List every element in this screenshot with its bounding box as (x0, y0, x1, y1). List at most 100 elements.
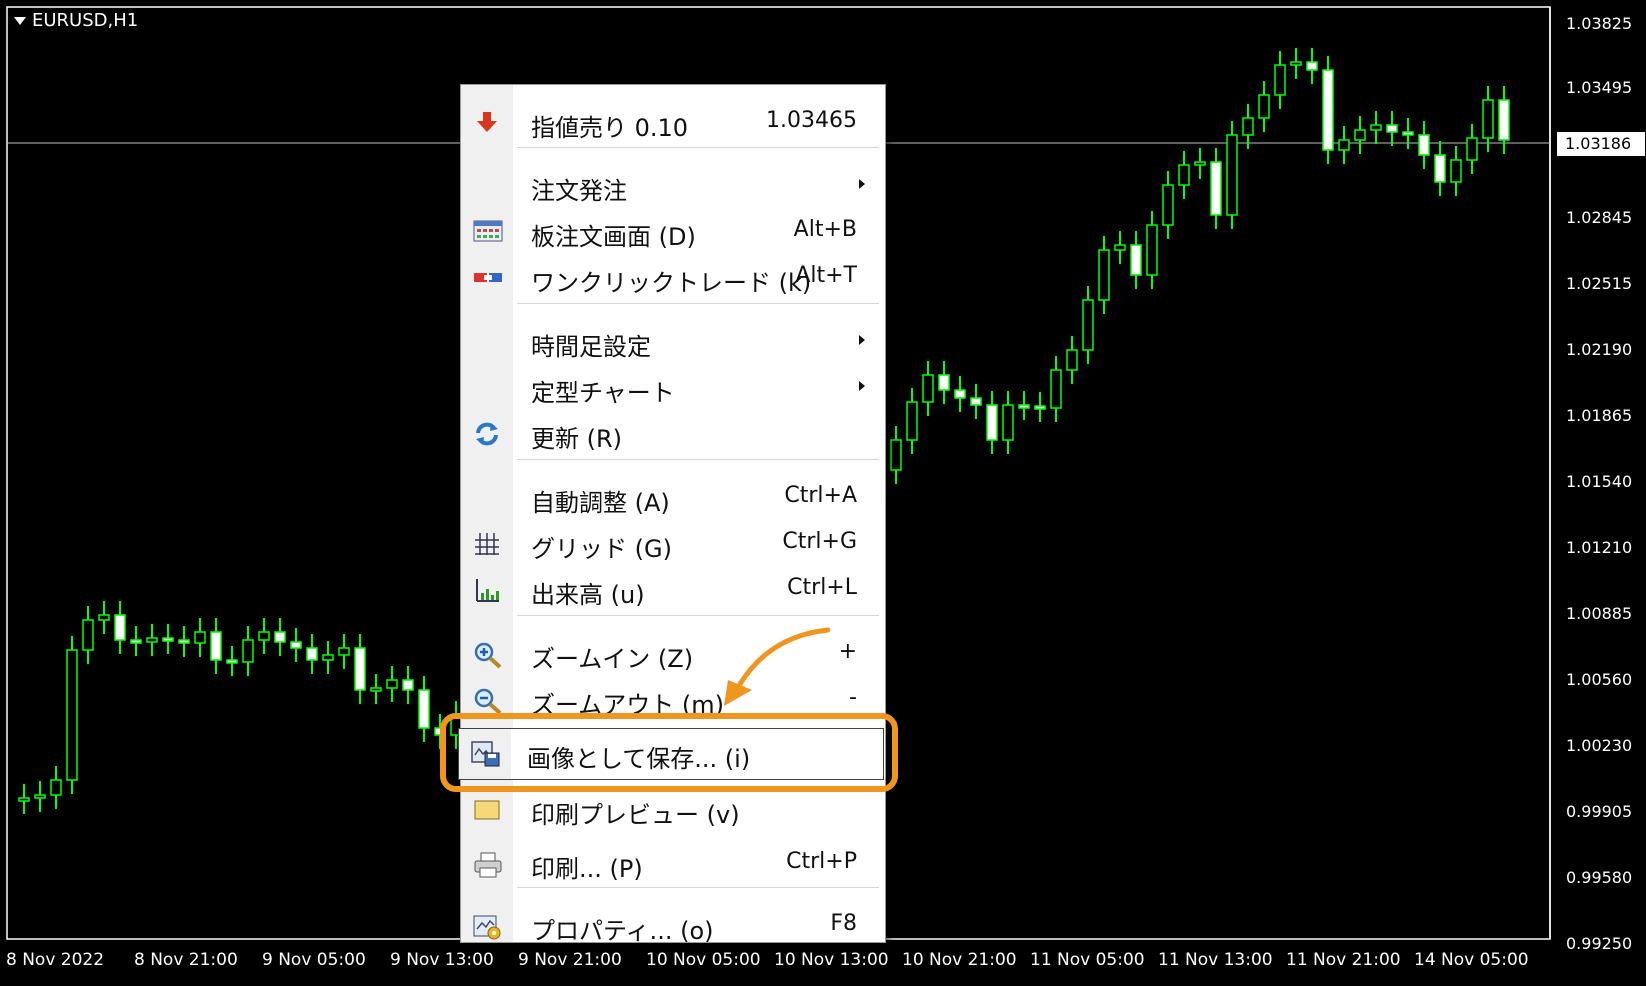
menu-item-label: グリッド (G) (531, 535, 672, 563)
printer-icon (473, 851, 502, 878)
candle-body (1162, 184, 1174, 226)
menu-item-shortcut: Alt+B (793, 217, 857, 242)
candle-body (1194, 161, 1206, 166)
menu-item-new-order[interactable]: 注文発注 (461, 163, 885, 207)
order-board-icon (473, 219, 503, 243)
price-tick-label: 1.01210 (1566, 538, 1633, 557)
candle-body (1418, 134, 1430, 156)
candle-body (1242, 117, 1254, 136)
menu-separator (517, 887, 879, 888)
menu-item-properties[interactable]: プロパティ... (o) F8 (461, 903, 885, 943)
menu-item-shortcut: Ctrl+P (786, 849, 857, 874)
candle-body (890, 439, 902, 471)
candle-body (178, 639, 190, 644)
zoom-in-icon (473, 641, 502, 669)
time-tick-label: 10 Nov 05:00 (646, 950, 761, 970)
time-tick-label: 10 Nov 21:00 (902, 950, 1017, 970)
menu-item-shortcut: Ctrl+G (782, 529, 857, 554)
candle-body (402, 679, 414, 691)
menu-item-template[interactable]: 定型チャート (461, 365, 885, 409)
candle-body (1482, 99, 1494, 139)
price-tick-label: 1.01865 (1566, 406, 1633, 425)
candle-body (18, 797, 30, 802)
candle-body (1450, 159, 1462, 183)
time-tick-label: 10 Nov 13:00 (774, 950, 889, 970)
candle-body (1050, 369, 1062, 409)
menu-item-grid[interactable]: グリッド (G) Ctrl+G (461, 521, 885, 565)
candle-body (1066, 349, 1078, 371)
candle-body (146, 637, 158, 643)
price-tick-label: 1.00885 (1566, 604, 1633, 623)
menu-item-timeframe[interactable]: 時間足設定 (461, 319, 885, 363)
properties-icon (473, 913, 501, 940)
current-price-label: 1.03186 (1557, 132, 1645, 156)
candle-body (274, 631, 286, 643)
candle-body (1146, 224, 1158, 276)
menu-item-save-as-picture-highlighted[interactable]: 画像として保存... (i) (458, 728, 884, 780)
refresh-icon (473, 421, 501, 446)
menu-item-print-preview[interactable]: 印刷プレビュー (v) (461, 787, 885, 831)
price-tick-label: 1.03825 (1566, 14, 1633, 33)
candle-body (1402, 131, 1414, 136)
menu-item-label: 指値売り 0.10 (531, 114, 689, 142)
candle-body (98, 614, 110, 621)
menu-item-shortcut: + (838, 639, 857, 664)
candle-body (1466, 137, 1478, 161)
candle-body (1434, 154, 1446, 183)
price-tick-label: 1.01540 (1566, 472, 1633, 491)
price-tick-label: 1.02845 (1566, 208, 1633, 227)
menu-item-print[interactable]: 印刷... (P) Ctrl+P (461, 841, 885, 885)
menu-item-shortcut: 1.03465 (766, 108, 857, 133)
candle-body (1130, 244, 1142, 276)
time-tick-label: 9 Nov 21:00 (518, 950, 622, 970)
price-tick-label: 1.02190 (1566, 340, 1633, 359)
candle-body (1274, 64, 1286, 96)
time-tick-label: 14 Nov 05:00 (1414, 950, 1529, 970)
menu-item-order-board[interactable]: 板注文画面 (D) Alt+B (461, 209, 885, 253)
symbol-title[interactable]: EURUSD,H1 (14, 10, 138, 31)
menu-item-label: 定型チャート (531, 379, 675, 407)
time-tick-label: 8 Nov 21:00 (134, 950, 238, 970)
price-tick-label: 1.02515 (1566, 274, 1633, 293)
menu-item-zoom-in[interactable]: ズームイン (Z) + (461, 631, 885, 675)
menu-item-sell-limit[interactable]: 指値売り 0.10 1.03465 (461, 100, 885, 144)
menu-item-label: プロパティ... (o) (531, 917, 714, 943)
menu-item-label: 板注文画面 (D) (531, 223, 696, 251)
candle-body (1098, 249, 1110, 301)
menu-item-label: ズームイン (Z) (531, 645, 694, 673)
candle-body (418, 689, 430, 729)
time-tick-label: 9 Nov 05:00 (262, 950, 366, 970)
price-tick-label: 0.99250 (1566, 934, 1633, 953)
submenu-arrow-icon (859, 335, 865, 345)
menu-separator (517, 615, 879, 616)
menu-item-label: 更新 (R) (531, 425, 623, 453)
candle-body (1002, 404, 1014, 441)
menu-item-label: ワンクリックトレード (k) (531, 269, 812, 297)
candle-body (322, 654, 334, 661)
candle-body (986, 404, 998, 441)
candle-body (1210, 161, 1222, 216)
menu-item-label: 印刷... (P) (531, 855, 643, 883)
candle-body (306, 647, 318, 661)
price-tick-label: 0.99905 (1566, 802, 1633, 821)
candle-body (954, 389, 966, 399)
zoom-out-icon (473, 687, 502, 715)
symbol-label: EURUSD,H1 (32, 10, 139, 31)
price-tick-label: 1.03495 (1566, 78, 1633, 97)
menu-item-one-click-trade[interactable]: ワンクリックトレード (k) Alt+T (461, 255, 885, 299)
grid-icon (473, 531, 501, 555)
candle-body (1082, 299, 1094, 351)
price-tick-label: 1.00560 (1566, 670, 1633, 689)
menu-item-auto-scroll[interactable]: 自動調整 (A) Ctrl+A (461, 475, 885, 519)
candle-body (1338, 139, 1350, 151)
menu-item-volumes[interactable]: 出来高 (u) Ctrl+L (461, 567, 885, 611)
candle-body (1386, 124, 1398, 133)
candle-body (1498, 99, 1510, 141)
candle-body (1354, 129, 1366, 141)
menu-separator (517, 147, 879, 148)
menu-separator (517, 459, 879, 460)
menu-item-refresh[interactable]: 更新 (R) (461, 411, 885, 455)
candle-body (114, 614, 126, 641)
candle-body (66, 649, 78, 781)
candle-body (1018, 404, 1030, 409)
